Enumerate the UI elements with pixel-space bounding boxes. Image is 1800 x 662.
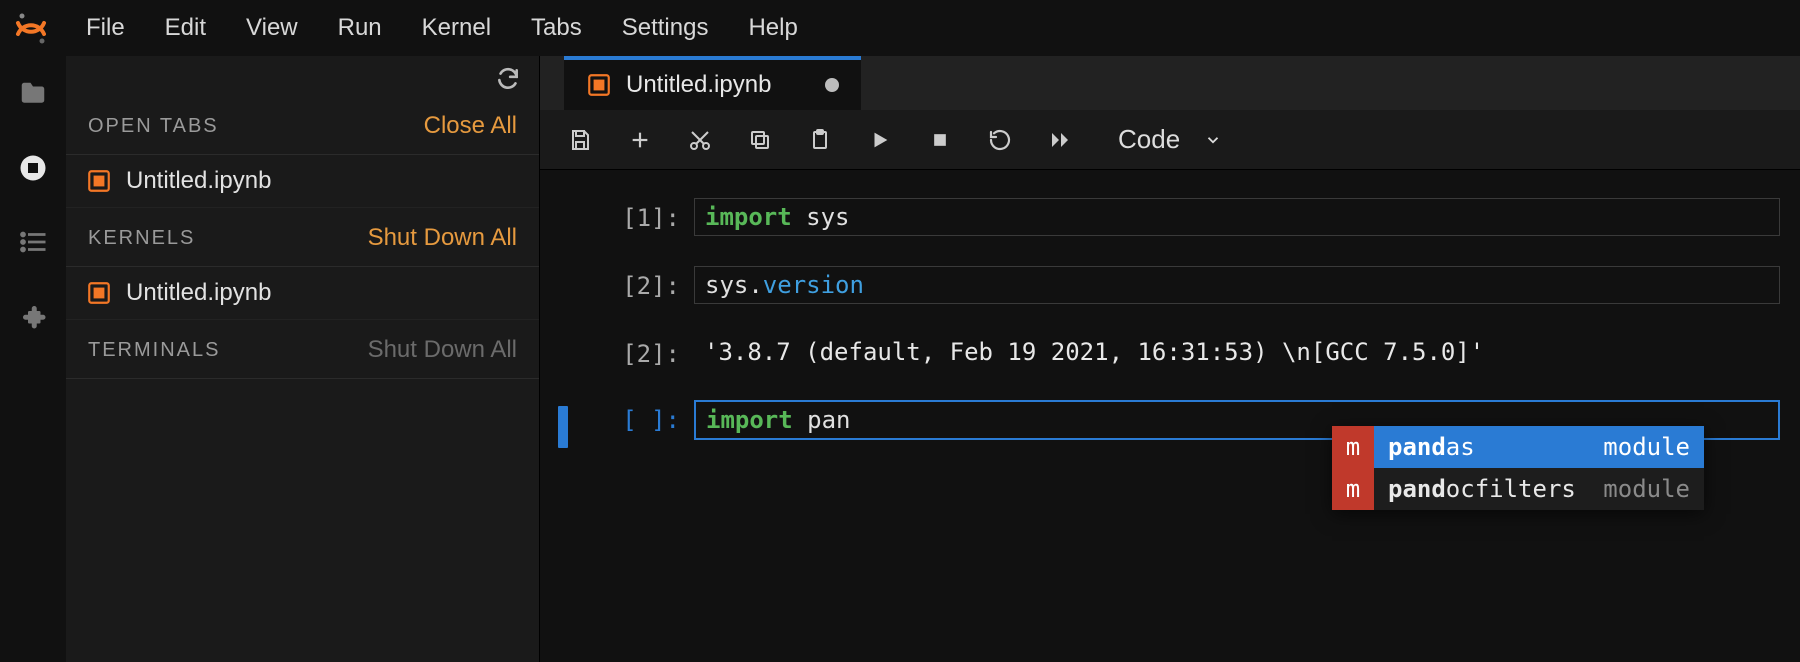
active-cell-indicator [558,406,568,448]
completion-popup[interactable]: mpandasmodulempandocfiltersmodule [1332,426,1704,510]
restart-run-all-icon[interactable] [1046,126,1074,154]
completion-kind: module [1603,475,1704,503]
code-cell: [1]:import sys [540,194,1800,240]
section-title: KERNELS [88,227,195,250]
notebook-icon [586,72,612,98]
cut-icon[interactable] [686,126,714,154]
notebook-icon [86,168,112,194]
code-editor[interactable]: sys.version [694,266,1780,304]
menu-settings[interactable]: Settings [622,14,709,42]
completion-kind-badge: m [1332,426,1374,468]
completion-item[interactable]: mpandocfiltersmodule [1332,468,1704,510]
refresh-icon[interactable] [495,66,521,92]
cell-type-label: Code [1118,124,1180,155]
menu-edit[interactable]: Edit [165,14,206,42]
jupyter-logo [14,11,48,45]
running-sessions-icon[interactable] [17,152,49,184]
completion-item[interactable]: mpandasmodule [1332,426,1704,468]
copy-icon[interactable] [746,126,774,154]
section-title: OPEN TABS [88,115,219,138]
save-icon[interactable] [566,126,594,154]
cell-gutter [540,334,586,340]
notebook-toolbar: Code [540,110,1800,170]
section-header-kernels: KERNELS Shut Down All [66,208,539,267]
dirty-indicator-icon [825,78,839,92]
toc-icon[interactable] [17,226,49,258]
section-header-terminals: TERMINALS Shut Down All [66,320,539,379]
completion-label: pandas [1374,433,1603,461]
cell-prompt: [1]: [586,198,694,232]
cell-type-select[interactable]: Code [1118,124,1222,155]
cell-prompt: [2]: [586,266,694,300]
run-icon[interactable] [866,126,894,154]
cell-output: '3.8.7 (default, Feb 19 2021, 16:31:53) … [694,334,1780,370]
running-panel: OPEN TABS Close All Untitled.ipynb KERNELS S… [66,56,540,662]
cell-prompt: [2]: [586,334,694,368]
cell-gutter [540,400,586,448]
section-action: Shut Down All [368,336,517,364]
running-item[interactable]: Untitled.ipynb [66,267,539,320]
paste-icon[interactable] [806,126,834,154]
extensions-icon[interactable] [17,300,49,332]
menu-run[interactable]: Run [338,14,382,42]
completion-label: pandocfilters [1374,475,1603,503]
tab-label: Untitled.ipynb [626,71,771,99]
cell-gutter [540,198,586,204]
folder-icon[interactable] [17,78,49,110]
notebook-body[interactable]: [1]:import sys[2]:sys.version[2]:'3.8.7 … [540,170,1800,662]
restart-icon[interactable] [986,126,1014,154]
running-item-label: Untitled.ipynb [126,167,271,195]
cell-prompt: [ ]: [586,400,694,434]
section-action[interactable]: Close All [424,112,517,140]
tab-bar: Untitled.ipynb [540,56,1800,110]
notebook-icon [86,280,112,306]
running-item-label: Untitled.ipynb [126,279,271,307]
stop-icon[interactable] [926,126,954,154]
code-cell: [2]:sys.version [540,262,1800,308]
section-title: TERMINALS [88,339,220,362]
activity-bar [0,56,66,662]
section-header-open-tabs: OPEN TABS Close All [66,96,539,155]
menu-kernel[interactable]: Kernel [422,14,491,42]
menubar: File Edit View Run Kernel Tabs Settings Help [0,0,1800,56]
menu-view[interactable]: View [246,14,298,42]
running-item[interactable]: Untitled.ipynb [66,155,539,208]
cell-gutter [540,266,586,272]
add-cell-icon[interactable] [626,126,654,154]
chevron-down-icon [1204,131,1222,149]
section-action[interactable]: Shut Down All [368,224,517,252]
menu-tabs[interactable]: Tabs [531,14,582,42]
tab-untitled[interactable]: Untitled.ipynb [564,56,861,110]
menu-help[interactable]: Help [748,14,797,42]
code-editor[interactable]: import sys [694,198,1780,236]
completion-kind: module [1603,433,1704,461]
completion-kind-badge: m [1332,468,1374,510]
output-row: [2]:'3.8.7 (default, Feb 19 2021, 16:31:… [540,330,1800,374]
work-area: Untitled.ipynb Code [1]:import sys[2]:sy… [540,56,1800,662]
menu-file[interactable]: File [86,14,125,42]
